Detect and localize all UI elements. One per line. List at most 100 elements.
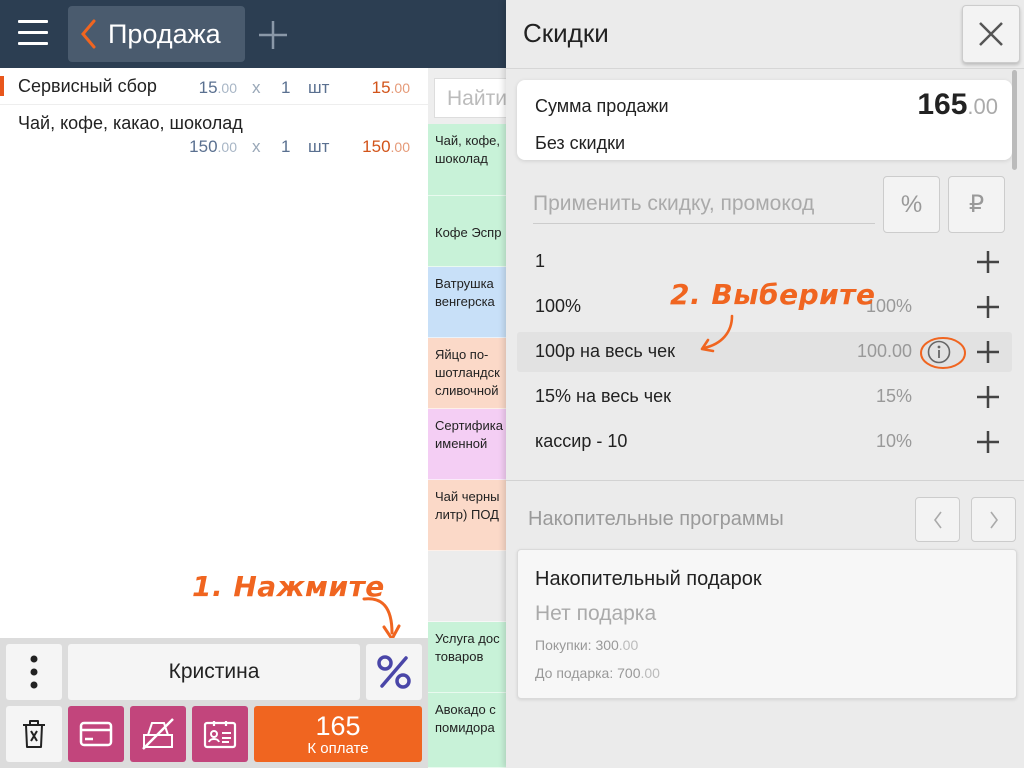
loyalty-card-status: Нет подарка: [535, 602, 657, 625]
multiply-sign: x: [252, 78, 261, 97]
receipt-list: Сервисный сбор 15.00 x 1 шт 15.00 Чай, к…: [0, 68, 428, 641]
divider: [506, 480, 1024, 481]
item-price: 150.00: [189, 137, 237, 156]
tile-label: сливочной: [435, 383, 499, 398]
percent-discount-button[interactable]: %: [883, 176, 940, 233]
cashier-button[interactable]: Кристина: [68, 644, 360, 700]
card-payment-button[interactable]: [68, 706, 124, 762]
tile-label: шоколад: [435, 151, 488, 166]
add-plus-icon[interactable]: [974, 293, 1002, 321]
selected-row-marker: [0, 76, 4, 96]
item-name: Сервисный сбор: [18, 76, 157, 96]
annotation-step-2: 2. Выберите: [670, 278, 876, 311]
item-total: 15.00: [371, 78, 410, 97]
product-tile[interactable]: Ватрушка венгерска: [428, 267, 506, 338]
discount-value: 100.00: [856, 341, 912, 361]
discount-name: 100%: [535, 296, 582, 316]
tab-sale-label: Продажа: [108, 18, 221, 49]
until-gift-meta: До подарка: 700.00: [535, 665, 660, 681]
promo-code-input[interactable]: Применить скидку, промокод: [533, 184, 875, 224]
tile-label: шотландск: [435, 365, 500, 380]
pay-amount: 165: [315, 710, 361, 741]
catalog-search-input[interactable]: Найти: [434, 78, 506, 118]
loyalty-next-button[interactable]: [971, 497, 1016, 542]
discount-item[interactable]: 1: [517, 242, 1012, 282]
delete-button[interactable]: [6, 706, 62, 762]
item-qty: 1: [281, 78, 291, 97]
sale-sum-card: Сумма продажи 165.00 Без скидки: [517, 80, 1012, 160]
product-tile[interactable]: Яйцо по-шотландск сливочной: [428, 338, 506, 409]
discount-name: 15% на весь чек: [535, 386, 671, 406]
pay-label: К оплате: [307, 739, 369, 757]
close-button[interactable]: [962, 5, 1020, 63]
ruble-discount-button[interactable]: ₽: [948, 176, 1005, 233]
annotation-arrow-2-icon: [700, 314, 734, 353]
percent-icon: [377, 655, 411, 689]
discount-value: 15%: [875, 386, 912, 406]
list-fade: [506, 455, 1024, 480]
item-qty: 1: [281, 137, 291, 156]
product-catalog: Найти Чай, кофе, шоколад Кофе Эспр Ватруш…: [428, 68, 506, 768]
tab-sale[interactable]: Продажа: [68, 6, 245, 62]
scrollbar[interactable]: [1012, 70, 1017, 170]
tile-label: Услуга дос: [435, 631, 500, 646]
contact-card-icon: [203, 721, 237, 749]
item-total: 150.00: [362, 137, 410, 156]
sale-sum-label: Сумма продажи: [535, 96, 669, 116]
product-tile[interactable]: Чай, кофе, шоколад: [428, 124, 506, 196]
tile-label: Сертифика: [435, 418, 503, 433]
loyalty-prev-button[interactable]: [915, 497, 960, 542]
divider: [506, 68, 1024, 69]
discount-status: Без скидки: [535, 133, 626, 153]
panel-title: Скидки: [523, 18, 609, 48]
no-cash-drawer-button[interactable]: [130, 706, 186, 762]
loyalty-card[interactable]: Накопительный подарок Нет подарка Покупк…: [517, 549, 1017, 699]
discount-button[interactable]: [366, 644, 422, 700]
chevron-left-icon: [933, 511, 942, 528]
item-unit: шт: [308, 137, 330, 156]
annotation-step-1: 1. Нажмите: [192, 570, 385, 603]
tile-label: Чай, кофе,: [435, 133, 500, 148]
pay-button[interactable]: 165 К оплате: [254, 706, 422, 762]
sale-sum-value: 165.00: [917, 88, 998, 121]
loyalty-section-title: Накопительные программы: [528, 508, 784, 530]
receipt-row[interactable]: Чай, кофе, какао, шоколад 150.00 x 1 шт …: [0, 105, 428, 165]
back-chevron-icon[interactable]: [74, 6, 102, 62]
tile-label: именной: [435, 436, 488, 451]
chevron-right-icon: [989, 511, 998, 528]
add-plus-icon[interactable]: [974, 428, 1002, 456]
discount-item[interactable]: 15% на весь чек 15%: [517, 377, 1012, 417]
product-tile[interactable]: Кофе Эспр: [428, 196, 506, 267]
product-tile[interactable]: Чай черны литр) ПОД: [428, 480, 506, 551]
add-plus-icon[interactable]: [974, 248, 1002, 276]
cash-register-off-icon: [142, 718, 174, 750]
tile-label: Авокадо с: [435, 702, 496, 717]
trash-icon: [23, 720, 45, 748]
tile-label: литр) ПОД: [435, 507, 499, 522]
add-plus-icon[interactable]: [974, 338, 1002, 366]
add-plus-icon[interactable]: [974, 383, 1002, 411]
add-tab-plus-icon[interactable]: [256, 18, 290, 52]
receipt-row[interactable]: Сервисный сбор 15.00 x 1 шт 15.00: [0, 68, 428, 104]
tile-label: Яйцо по-: [435, 347, 489, 362]
item-unit: шт: [308, 78, 330, 97]
annotation-circle-icon: [920, 337, 966, 369]
bottom-action-bar: Кристина 165 К оплате: [0, 638, 428, 768]
product-tile[interactable]: Авокадо с помидора: [428, 693, 506, 768]
tile-label: помидора: [435, 720, 495, 735]
top-bar: Продажа: [0, 0, 506, 68]
tile-label: Ватрушка: [435, 276, 494, 291]
discount-value: 10%: [875, 431, 912, 451]
close-icon: [979, 22, 1003, 46]
hamburger-menu-icon[interactable]: [18, 20, 48, 48]
loyalty-card-title: Накопительный подарок: [535, 568, 762, 590]
credit-card-icon: [79, 721, 113, 747]
product-tile[interactable]: Сертифика именной: [428, 409, 506, 480]
product-tile-empty: [428, 551, 506, 622]
purchases-meta: Покупки: 300.00: [535, 637, 639, 653]
client-card-button[interactable]: [192, 706, 248, 762]
discount-name: 1: [535, 251, 546, 271]
more-options-button[interactable]: [6, 644, 62, 700]
product-tile[interactable]: Услуга дос товаров: [428, 622, 506, 693]
discounts-panel: Скидки Сумма продажи 165.00 Без скидки П…: [506, 0, 1024, 768]
